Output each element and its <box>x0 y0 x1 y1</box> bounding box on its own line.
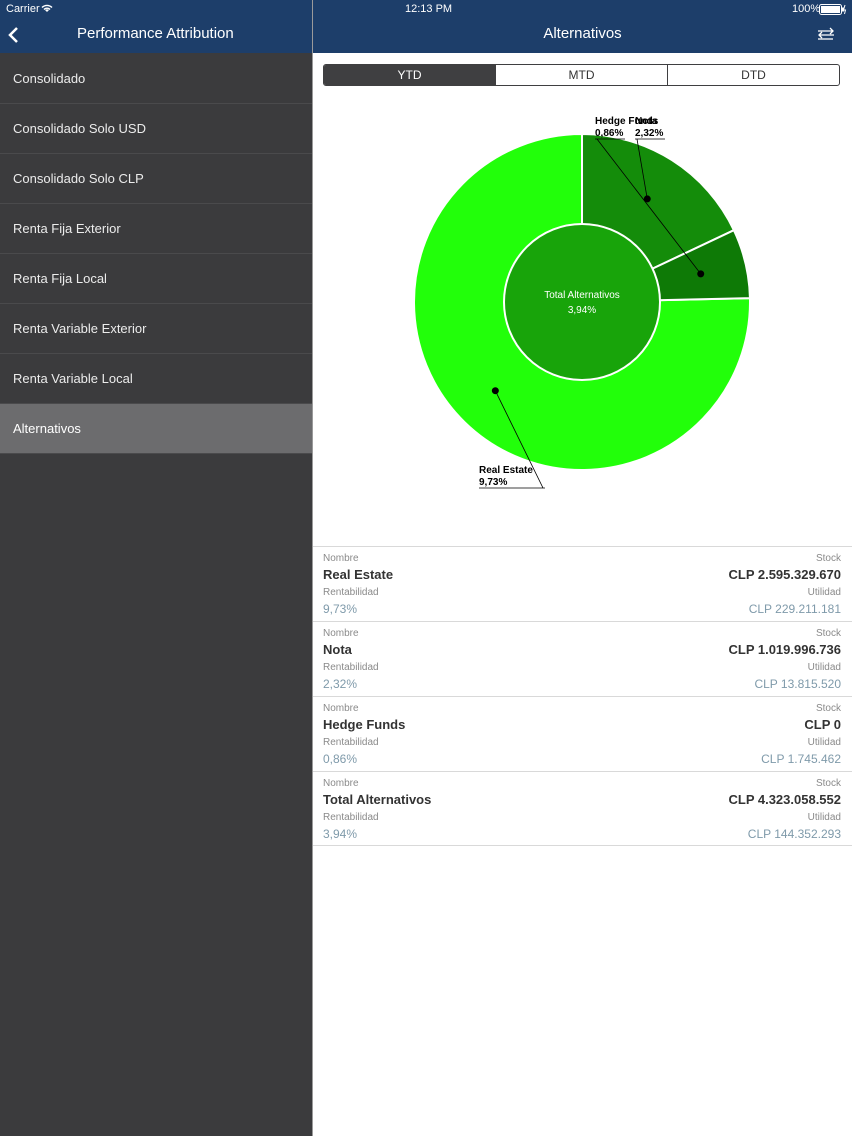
nombre-label: Nombre <box>323 778 359 789</box>
utilidad-label: Utilidad <box>807 812 841 823</box>
callout-dot <box>491 387 499 395</box>
segment-ytd[interactable]: YTD <box>324 65 496 85</box>
rentabilidad-label: Rentabilidad <box>323 812 379 823</box>
battery-label: 100% <box>792 3 821 15</box>
row-utilidad: CLP 144.352.293 <box>747 827 841 841</box>
rentabilidad-label: Rentabilidad <box>323 587 379 598</box>
period-segmented-control: YTD MTD DTD <box>323 64 840 86</box>
stock-label: Stock <box>815 778 841 789</box>
stock-label: Stock <box>815 703 841 714</box>
sidebar-item-alternativos[interactable]: Alternativos <box>0 404 312 454</box>
row-stock: CLP 1.019.996.736 <box>728 642 841 657</box>
wifi-icon <box>41 4 53 12</box>
sidebar-item-consolidado[interactable]: Consolidado <box>0 54 312 104</box>
utilidad-label: Utilidad <box>807 737 841 748</box>
donut-center <box>503 223 661 381</box>
breakdown-table: Nombre Stock Real Estate CLP 2.595.329.6… <box>313 546 852 846</box>
nombre-label: Nombre <box>323 553 359 564</box>
row-name: Hedge Funds <box>323 717 406 732</box>
detail-pane: 12:13 PM 100% Alternativos YTD MTD DTD T… <box>313 0 852 1136</box>
utilidad-label: Utilidad <box>807 587 841 598</box>
segment-mtd[interactable]: MTD <box>496 65 668 85</box>
slice-value-label: 9,73% <box>479 477 507 488</box>
battery-icon <box>819 4 847 15</box>
table-row[interactable]: Nombre Stock Nota CLP 1.019.996.736 Rent… <box>313 621 852 696</box>
rentabilidad-label: Rentabilidad <box>323 737 379 748</box>
swap-arrows-icon[interactable] <box>816 27 836 43</box>
table-row[interactable]: Nombre Stock Real Estate CLP 2.595.329.6… <box>313 546 852 621</box>
rentabilidad-label: Rentabilidad <box>323 662 379 673</box>
stock-label: Stock <box>815 553 841 564</box>
nombre-label: Nombre <box>323 703 359 714</box>
slice-name-label: Real Estate <box>479 465 533 476</box>
sidebar-item-renta-variable-local[interactable]: Renta Variable Local <box>0 354 312 404</box>
carrier-label: Carrier <box>6 3 40 15</box>
center-value: 3,94% <box>568 305 596 316</box>
clock-label: 12:13 PM <box>405 3 453 15</box>
table-row[interactable]: Nombre Stock Hedge Funds CLP 0 Rentabili… <box>313 696 852 771</box>
back-chevron-icon[interactable] <box>6 26 20 44</box>
sidebar-item-consolidado-usd[interactable]: Consolidado Solo USD <box>0 104 312 154</box>
segment-dtd[interactable]: DTD <box>668 65 839 85</box>
row-rentabilidad: 9,73% <box>323 602 358 616</box>
row-utilidad: CLP 229.211.181 <box>748 602 841 616</box>
row-rentabilidad: 0,86% <box>323 752 358 766</box>
row-utilidad: CLP 13.815.520 <box>754 677 841 691</box>
sidebar-item-renta-fija-exterior[interactable]: Renta Fija Exterior <box>0 204 312 254</box>
stock-label: Stock <box>815 628 841 639</box>
row-name: Real Estate <box>323 567 394 582</box>
utilidad-label: Utilidad <box>807 662 841 673</box>
right-navbar-title: Alternativos <box>543 25 622 42</box>
sidebar-item-renta-fija-local[interactable]: Renta Fija Local <box>0 254 312 304</box>
row-stock: CLP 2.595.329.670 <box>728 567 841 582</box>
sidebar-item-renta-variable-exterior[interactable]: Renta Variable Exterior <box>0 304 312 354</box>
nombre-label: Nombre <box>323 628 359 639</box>
row-stock: CLP 0 <box>804 717 841 732</box>
left-navbar: Carrier Performance Attribution <box>0 0 312 53</box>
master-pane: Carrier Performance Attribution Consolid… <box>0 0 312 1136</box>
alternativos-donut-chart: Total Alternativos 3,94% Real Estate9,73… <box>413 116 751 489</box>
sidebar-menu: Consolidado Consolidado Solo USD Consoli… <box>0 54 312 454</box>
left-navbar-title: Performance Attribution <box>77 25 234 42</box>
slice-value-label: 0,86% <box>595 128 623 139</box>
slice-value-label: 2,32% <box>635 128 663 139</box>
row-rentabilidad: 3,94% <box>323 827 358 841</box>
center-title: Total Alternativos <box>544 290 620 301</box>
row-utilidad: CLP 1.745.462 <box>761 752 841 766</box>
table-row[interactable]: Nombre Stock Total Alternativos CLP 4.32… <box>313 771 852 846</box>
sidebar-item-consolidado-clp[interactable]: Consolidado Solo CLP <box>0 154 312 204</box>
slice-name-label: Hedge Funds <box>595 116 659 127</box>
row-stock: CLP 4.323.058.552 <box>728 792 841 807</box>
row-name: Total Alternativos <box>323 792 432 807</box>
row-name: Nota <box>323 642 352 657</box>
row-rentabilidad: 2,32% <box>323 677 358 691</box>
right-navbar: 12:13 PM 100% Alternativos <box>313 0 852 53</box>
